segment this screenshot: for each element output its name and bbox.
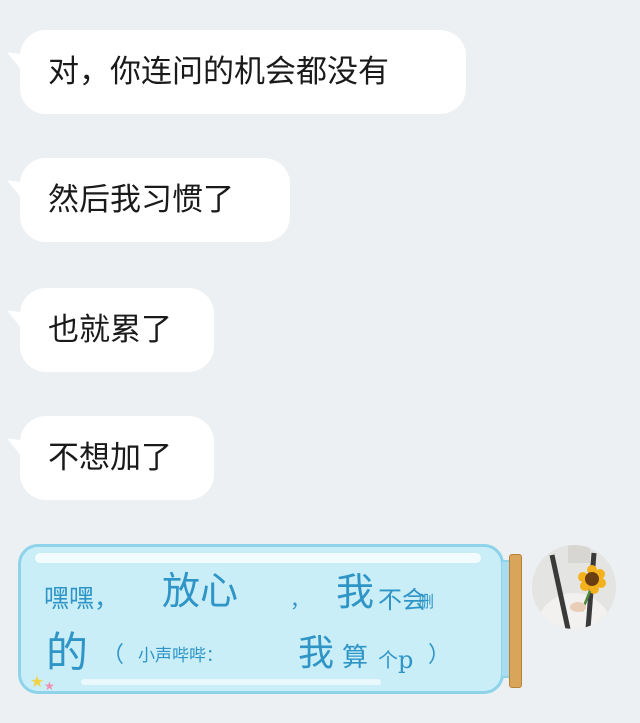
message-text: 也就累了 xyxy=(48,312,172,348)
sticker-text: 我 xyxy=(336,570,375,614)
message-text: 然后我习惯了 xyxy=(48,182,234,218)
sticker-text: ， xyxy=(290,588,310,612)
sticker-text: 算 xyxy=(342,643,369,673)
bubble-tail xyxy=(7,431,25,461)
avatar-sunflower-icon xyxy=(532,545,616,629)
bottle-highlight xyxy=(81,679,381,685)
chat-bubble-incoming[interactable]: 也就累了 xyxy=(7,288,214,372)
avatar[interactable] xyxy=(532,545,616,629)
sticker-text: 嘿嘿， xyxy=(44,584,120,613)
chat-bubble-incoming[interactable]: 对，你连问的机会都没有 xyxy=(7,30,466,114)
sticker-text: 我 xyxy=(298,633,335,674)
bottle-message-bubble[interactable] xyxy=(18,544,504,694)
star-icon: ★ xyxy=(44,679,55,693)
sticker-text: ） xyxy=(428,643,451,668)
bubble-tail xyxy=(7,303,25,333)
message-text: 不想加了 xyxy=(48,440,172,476)
message-text: 对，你连问的机会都没有 xyxy=(48,54,389,90)
bottle-highlight xyxy=(35,553,481,563)
sticker-text: 小声哔哔： xyxy=(138,646,223,666)
bubble-tail xyxy=(7,173,25,203)
star-icon: ★ xyxy=(30,672,45,691)
sticker-text: 删 xyxy=(418,592,435,611)
bubble-tail xyxy=(7,45,25,75)
sticker-text: 的 xyxy=(46,628,89,677)
chat-bubble-incoming[interactable]: 然后我习惯了 xyxy=(7,158,290,242)
sticker-text: 放心 xyxy=(162,569,239,613)
sticker-text: 个 xyxy=(378,648,398,672)
bottle-cork xyxy=(509,554,522,688)
sticker-text: p xyxy=(398,646,414,674)
sticker-text: （ xyxy=(102,643,125,668)
chat-bubble-incoming[interactable]: 不想加了 xyxy=(7,416,214,500)
